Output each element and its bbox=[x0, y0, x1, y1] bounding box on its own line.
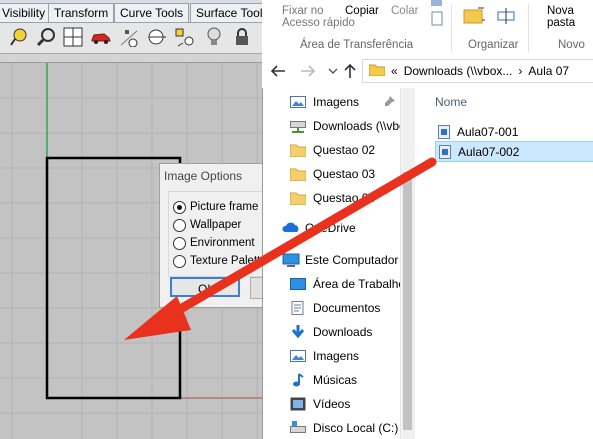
rhino-toolbar-tabs: Visibility Transform Curve Tools Surface… bbox=[0, 0, 269, 23]
dialog-title: Image Options bbox=[164, 169, 243, 183]
folder-icon bbox=[289, 167, 307, 182]
file-list: Nome Aula07-001 Aula07-002 bbox=[415, 88, 593, 439]
column-header-nome[interactable]: Nome bbox=[435, 95, 467, 109]
nav-item-onedrive[interactable]: OneDrive bbox=[282, 218, 356, 238]
documents-icon bbox=[290, 301, 306, 315]
option-label: Wallpaper bbox=[190, 219, 242, 231]
new-folder-button[interactable]: Nova pasta bbox=[547, 5, 575, 29]
rhino-toolbar bbox=[0, 23, 262, 54]
computer-icon bbox=[282, 253, 300, 267]
file-row-aula07-001[interactable]: Aula07-001 bbox=[435, 121, 593, 142]
desktop-icon bbox=[290, 277, 306, 291]
folder-icon bbox=[289, 191, 307, 206]
image-type-group: Picture frame Wallpaper Environment Text… bbox=[168, 191, 267, 277]
folder-icon bbox=[289, 143, 307, 158]
nav-item-documentos[interactable]: Documentos bbox=[290, 298, 380, 318]
pin-icon[interactable] bbox=[384, 95, 396, 110]
car-icon[interactable] bbox=[90, 26, 112, 48]
tab-surface-tools[interactable]: Surface Tool bbox=[190, 3, 269, 22]
pictures-icon bbox=[290, 349, 306, 363]
breadcrumb-separator[interactable]: › bbox=[518, 64, 522, 78]
option-label: Picture frame bbox=[190, 201, 259, 213]
navigation-pane-scrollbar[interactable] bbox=[400, 88, 415, 439]
ok-button[interactable]: OK bbox=[170, 277, 240, 297]
copy-button[interactable]: Copiar bbox=[345, 5, 379, 17]
breadcrumb-overflow[interactable]: « bbox=[391, 64, 398, 78]
lock-icon[interactable] bbox=[231, 26, 253, 48]
back-arrow-icon[interactable] bbox=[270, 64, 286, 81]
paste-button[interactable]: Colar bbox=[391, 5, 418, 17]
nav-item-questao-04[interactable]: Questao 04 bbox=[289, 188, 375, 208]
dots-icon[interactable] bbox=[118, 26, 140, 48]
up-arrow-icon[interactable] bbox=[344, 63, 356, 82]
option-picture-frame[interactable]: Picture frame bbox=[173, 199, 258, 215]
rhino-viewport-tabs bbox=[0, 54, 262, 63]
lasso-icon[interactable] bbox=[8, 26, 30, 48]
image-file-icon bbox=[438, 124, 450, 139]
address-input[interactable]: « Downloads (\\vbox... › Aula 07 bbox=[362, 59, 593, 83]
breadcrumb-downloads[interactable]: Downloads (\\vbox... bbox=[404, 64, 513, 78]
option-environment[interactable]: Environment bbox=[173, 235, 255, 251]
local-disk-icon bbox=[290, 421, 306, 435]
bulb-icon[interactable] bbox=[203, 26, 225, 48]
tab-visibility[interactable]: Visibility bbox=[0, 3, 52, 22]
breadcrumb-aula07[interactable]: Aula 07 bbox=[528, 64, 569, 78]
circle-icon[interactable] bbox=[146, 26, 168, 48]
tab-curve-tools[interactable]: Curve Tools bbox=[114, 3, 190, 22]
nav-item-imagens-quick[interactable]: Imagens bbox=[290, 92, 395, 112]
pin-quick-access-button[interactable]: Fixar no Acesso rápido bbox=[282, 5, 355, 29]
file-row-aula07-002[interactable]: Aula07-002 bbox=[435, 141, 593, 162]
radio-icon bbox=[173, 254, 186, 268]
image-file-icon bbox=[439, 144, 451, 159]
zoom-icon[interactable] bbox=[35, 26, 57, 48]
network-drive-icon bbox=[290, 119, 306, 133]
navigation-pane: Imagens Downloads (\\vbo Questao 02 Ques… bbox=[263, 88, 400, 439]
clipboard-group-label: Área de Transferência bbox=[300, 39, 414, 51]
explorer-ribbon: Fixar no Acesso rápido Copiar Colar Área… bbox=[262, 0, 593, 57]
nav-item-videos[interactable]: Vídeos bbox=[290, 394, 350, 414]
nav-item-area-de-trabalho[interactable]: Área de Trabalho bbox=[290, 274, 400, 294]
nav-item-musicas[interactable]: Músicas bbox=[290, 370, 357, 390]
option-texture-palette[interactable]: Texture Palette bbox=[173, 253, 267, 269]
nav-item-downloads[interactable]: Downloads bbox=[290, 322, 372, 342]
organize-group-label: Organizar bbox=[468, 39, 519, 51]
radio-icon bbox=[173, 218, 186, 232]
forward-arrow-icon[interactable] bbox=[300, 64, 316, 81]
downloads-icon bbox=[290, 325, 306, 339]
recent-locations-chevron-icon[interactable] bbox=[328, 65, 338, 79]
nav-item-downloads-network[interactable]: Downloads (\\vbo bbox=[290, 116, 400, 136]
music-icon bbox=[290, 373, 306, 387]
folder-icon bbox=[368, 63, 386, 79]
new-group-label: Novo bbox=[558, 39, 585, 51]
option-label: Texture Palette bbox=[190, 255, 267, 267]
nav-item-questao-02[interactable]: Questao 02 bbox=[289, 140, 375, 160]
paste-shortcut-icon[interactable] bbox=[430, 0, 444, 33]
option-wallpaper[interactable]: Wallpaper bbox=[173, 217, 241, 233]
viewports-icon[interactable] bbox=[62, 26, 84, 48]
radio-icon bbox=[173, 236, 186, 250]
rename-icon[interactable] bbox=[496, 6, 516, 29]
move-to-icon[interactable] bbox=[463, 6, 485, 29]
shapes-icon[interactable] bbox=[174, 26, 196, 48]
radio-selected-icon bbox=[173, 200, 186, 214]
tab-transform[interactable]: Transform bbox=[48, 3, 115, 22]
scrollbar-thumb[interactable] bbox=[403, 172, 412, 430]
nav-item-este-computador[interactable]: Este Computador bbox=[282, 250, 398, 270]
image-options-dialog: Image Options Picture frame Wallpaper En… bbox=[159, 163, 272, 308]
nav-item-questao-03[interactable]: Questao 03 bbox=[289, 164, 375, 184]
option-label: Environment bbox=[190, 237, 255, 249]
videos-icon bbox=[290, 397, 306, 411]
address-bar-row: « Downloads (\\vbox... › Aula 07 bbox=[262, 56, 593, 88]
pictures-icon bbox=[290, 95, 306, 109]
onedrive-icon bbox=[282, 221, 299, 235]
nav-item-disco-local[interactable]: Disco Local (C:) bbox=[290, 418, 398, 438]
nav-item-imagens[interactable]: Imagens bbox=[290, 346, 359, 366]
